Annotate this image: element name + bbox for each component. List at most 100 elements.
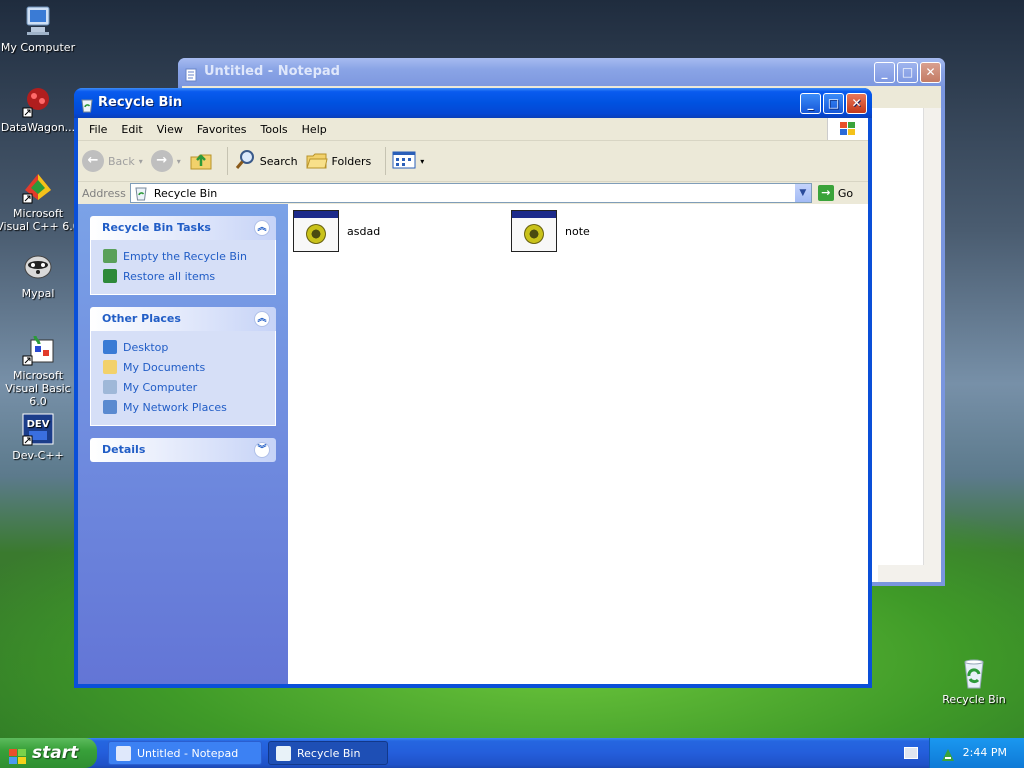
close-button[interactable]: ✕	[920, 62, 941, 83]
views-dropdown-icon: ▾	[420, 156, 425, 166]
close-button[interactable]: ✕	[846, 93, 867, 114]
desktop-icon-label: My Computer	[0, 41, 76, 54]
views-button[interactable]: ▾	[392, 150, 424, 173]
maximize-button[interactable]: □	[823, 93, 844, 114]
folders-button[interactable]: Folders	[305, 150, 371, 173]
notepad-title-bar[interactable]: Untitled - Notepad _ □ ✕	[178, 58, 945, 86]
application-icon	[293, 210, 339, 252]
address-value: Recycle Bin	[153, 186, 218, 200]
address-input[interactable]: Recycle Bin ▼	[129, 183, 812, 203]
system-tray: 2:44 PM	[929, 738, 1024, 768]
folder-up-icon	[189, 148, 213, 175]
mypal-icon	[21, 250, 55, 284]
empty-bin-icon	[103, 249, 117, 263]
desktop-icon-label: Recycle Bin	[942, 693, 1006, 706]
empty-recycle-bin-link[interactable]: Empty the Recycle Bin	[103, 246, 275, 266]
file-name: note	[565, 224, 590, 238]
forward-dropdown-icon: ▾	[176, 156, 181, 166]
folders-icon	[305, 150, 328, 173]
taskbar-item-label: Recycle Bin	[297, 747, 361, 760]
notepad-vertical-scrollbar[interactable]	[923, 108, 941, 565]
panel-title: Recycle Bin Tasks	[102, 221, 211, 234]
desktop-icon-visual-cpp[interactable]: Microsoft Visual C++ 6.0	[0, 170, 80, 233]
dev-cpp-icon: DEV	[21, 412, 55, 446]
taskbar: start Untitled - Notepad Recycle Bin 2:4…	[0, 738, 1024, 768]
address-label: Address	[82, 186, 126, 200]
my-network-places-link[interactable]: My Network Places	[103, 397, 275, 417]
other-places-panel: Other Places ︽ Desktop My Documents My C…	[90, 307, 276, 426]
network-tray-icon[interactable]	[940, 745, 956, 761]
task-pane: Recycle Bin Tasks ︽ Empty the Recycle Bi…	[78, 204, 288, 684]
maximize-button[interactable]: □	[897, 62, 918, 83]
my-computer-link[interactable]: My Computer	[103, 377, 275, 397]
desktop: My Computer DataWagon... Microsoft Visua…	[0, 0, 1024, 768]
menu-edit[interactable]: Edit	[114, 123, 149, 136]
link-label: My Network Places	[123, 400, 227, 414]
notepad-icon	[184, 65, 198, 82]
link-label: Empty the Recycle Bin	[123, 249, 247, 263]
go-button[interactable]: → Go	[817, 185, 854, 201]
application-icon	[511, 210, 557, 252]
windows-logo-icon	[827, 118, 868, 140]
minimize-button[interactable]: _	[874, 62, 895, 83]
back-button[interactable]: ← Back ▾	[82, 150, 143, 172]
clock[interactable]: 2:44 PM	[963, 738, 1007, 768]
desktop-icon-dev-cpp[interactable]: DEV Dev-C++	[0, 412, 80, 462]
my-documents-link[interactable]: My Documents	[103, 357, 275, 377]
desktop-icon	[103, 340, 117, 354]
desktop-icon-datawagon[interactable]: DataWagon...	[0, 84, 80, 134]
documents-folder-icon	[103, 360, 117, 374]
network-icon	[103, 400, 117, 414]
recycle-bin-title-bar[interactable]: Recycle Bin _ □ ✕	[74, 88, 872, 118]
keyboard-icon[interactable]	[904, 747, 918, 759]
visual-basic-icon	[21, 332, 55, 366]
collapse-chevron-icon[interactable]: ︽	[254, 220, 270, 236]
panel-title: Other Places	[102, 312, 181, 325]
minimize-button[interactable]: _	[800, 93, 821, 114]
start-button[interactable]: start	[0, 738, 97, 768]
search-icon	[234, 149, 256, 174]
desktop-link[interactable]: Desktop	[103, 337, 275, 357]
address-dropdown-button[interactable]: ▼	[794, 184, 811, 202]
notepad-icon	[116, 746, 131, 761]
collapse-chevron-icon[interactable]: ︽	[254, 311, 270, 327]
toolbar: ← Back ▾ → ▾ Search Folders ▾	[78, 141, 868, 182]
desktop-icon-label: Dev-C++	[12, 449, 64, 462]
file-item[interactable]: note	[511, 210, 590, 252]
restore-all-items-link[interactable]: Restore all items	[103, 266, 275, 286]
toolbar-separator	[226, 147, 228, 175]
forward-button[interactable]: → ▾	[150, 150, 181, 172]
file-item[interactable]: asdad	[293, 210, 380, 252]
desktop-icon-my-computer[interactable]: My Computer	[0, 4, 80, 54]
windows-flag-icon	[9, 745, 26, 764]
menu-help[interactable]: Help	[295, 123, 334, 136]
taskbar-item-recycle-bin[interactable]: Recycle Bin	[268, 741, 388, 765]
link-label: My Documents	[123, 360, 206, 374]
recycle-bin-window[interactable]: Recycle Bin _ □ ✕ File Edit View Favorit…	[74, 88, 872, 688]
expand-chevron-icon[interactable]: ︾	[254, 442, 270, 458]
notepad-horizontal-scrollbar[interactable]	[878, 565, 941, 582]
menu-favorites[interactable]: Favorites	[190, 123, 254, 136]
file-list[interactable]: asdad note	[288, 204, 868, 684]
menu-tools[interactable]: Tools	[254, 123, 295, 136]
go-label: Go	[837, 186, 854, 200]
link-label: My Computer	[123, 380, 198, 394]
desktop-icon-label: Microsoft Visual Basic 6.0	[5, 369, 71, 408]
panel-header[interactable]: Details ︾	[90, 438, 276, 462]
desktop-icon-mypal[interactable]: Mypal	[0, 250, 80, 300]
recycle-bin-title: Recycle Bin	[98, 95, 183, 110]
link-label: Restore all items	[123, 269, 216, 283]
search-button[interactable]: Search	[234, 149, 298, 174]
menu-view[interactable]: View	[150, 123, 190, 136]
explorer-body: Recycle Bin Tasks ︽ Empty the Recycle Bi…	[78, 204, 868, 684]
visual-cpp-icon	[21, 170, 55, 204]
desktop-icon-visual-basic[interactable]: Microsoft Visual Basic 6.0	[0, 332, 80, 408]
start-label: start	[32, 743, 79, 763]
address-bar: Address Recycle Bin ▼ → Go	[78, 182, 868, 205]
taskbar-item-notepad[interactable]: Untitled - Notepad	[108, 741, 262, 765]
panel-header[interactable]: Recycle Bin Tasks ︽	[90, 216, 276, 240]
desktop-icon-recycle-bin[interactable]: Recycle Bin	[932, 656, 1016, 706]
up-button[interactable]	[189, 148, 213, 175]
panel-header[interactable]: Other Places ︽	[90, 307, 276, 331]
menu-file[interactable]: File	[82, 123, 114, 136]
